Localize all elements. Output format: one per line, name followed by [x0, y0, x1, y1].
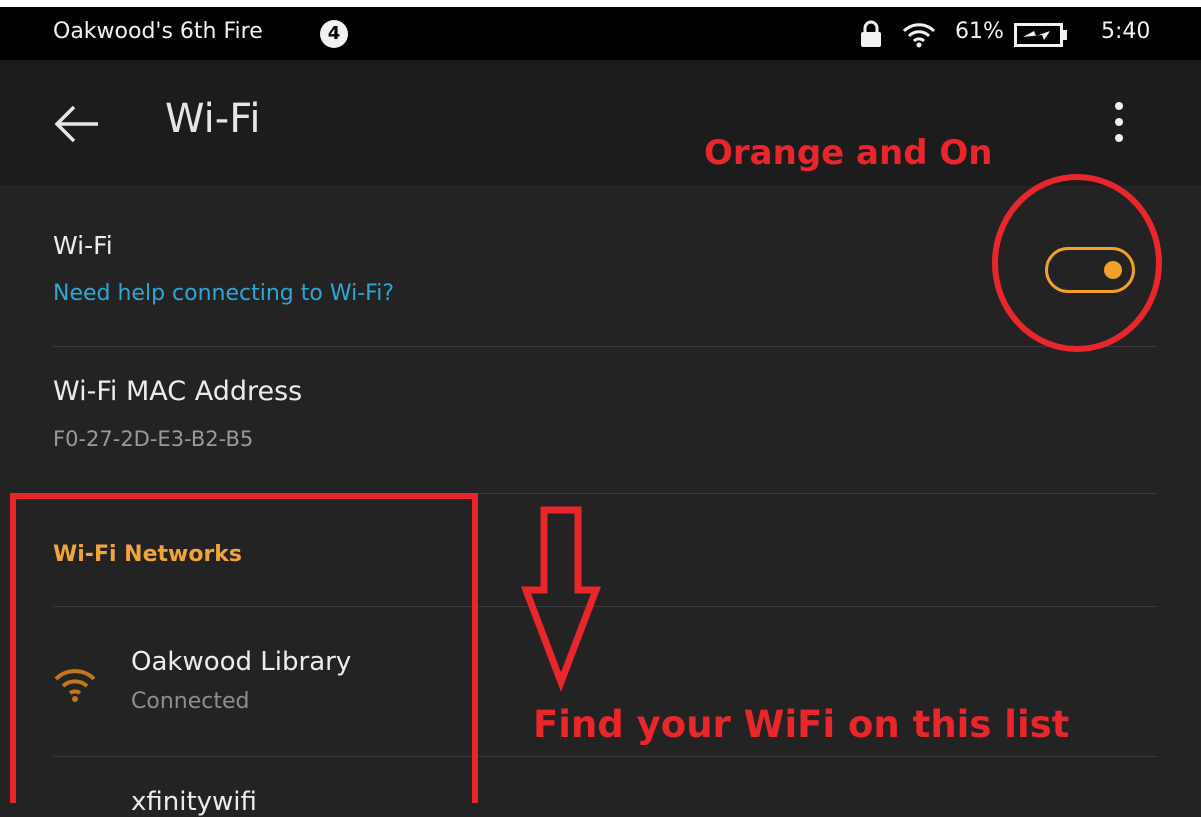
notification-count-badge: 4: [320, 20, 348, 48]
network-name: xfinitywifi: [131, 787, 257, 817]
divider: [53, 606, 1157, 607]
annotation-down-arrow: [520, 506, 602, 692]
wifi-signal-icon: [54, 669, 96, 702]
device-name: Oakwood's 6th Fire: [53, 19, 263, 44]
networks-section-header: Wi-Fi Networks: [53, 542, 243, 567]
network-name: Oakwood Library: [131, 647, 352, 677]
annotation-toggle-note: Orange and On: [704, 133, 993, 173]
status-bar: Oakwood's 6th Fire 4 61% 5:40: [0, 7, 1201, 60]
lock-icon: [861, 20, 881, 47]
wifi-signal-icon: [902, 23, 936, 48]
back-arrow-icon[interactable]: [52, 104, 100, 144]
clock: 5:40: [1101, 19, 1151, 44]
toggle-knob: [1104, 261, 1122, 279]
mac-address-value: F0-27-2D-E3-B2-B5: [53, 427, 254, 451]
wifi-label: Wi-Fi: [53, 231, 113, 260]
app-bar: Wi-Fi: [0, 60, 1201, 185]
network-status: Connected: [131, 689, 250, 714]
top-edge: [0, 0, 1201, 7]
overflow-menu-icon[interactable]: [1112, 100, 1126, 144]
battery-percentage: 61%: [955, 19, 1004, 44]
help-link[interactable]: Need help connecting to Wi-Fi?: [53, 281, 394, 306]
wifi-toggle[interactable]: [1045, 247, 1135, 293]
divider: [53, 493, 1157, 494]
divider: [53, 346, 1157, 347]
battery-charging-icon: [1014, 23, 1067, 47]
mac-address-label: Wi-Fi MAC Address: [53, 376, 303, 407]
page-title: Wi-Fi: [165, 96, 261, 142]
annotation-list-note: Find your WiFi on this list: [533, 703, 1070, 746]
divider: [53, 756, 1157, 757]
